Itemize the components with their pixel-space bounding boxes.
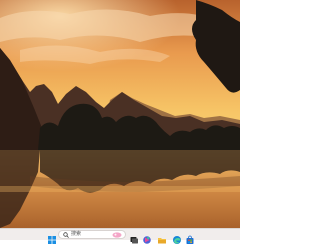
- search-highlight-icon: [112, 232, 122, 238]
- file-explorer-icon: [158, 238, 166, 244]
- chat-button[interactable]: [142, 230, 152, 244]
- search-label: 搜索: [71, 231, 82, 237]
- taskbar: 搜索: [0, 228, 240, 244]
- windows-start-icon: [48, 236, 56, 244]
- edge-button[interactable]: [172, 230, 182, 244]
- file-explorer-button[interactable]: [157, 230, 167, 244]
- task-view-icon: [130, 237, 138, 244]
- desktop-wallpaper: [0, 0, 240, 228]
- search-icon: [63, 232, 69, 238]
- microsoft-store-icon: [186, 235, 194, 244]
- task-view-button[interactable]: [129, 230, 139, 244]
- microsoft-store-button[interactable]: [185, 230, 195, 244]
- start-button[interactable]: [47, 230, 57, 244]
- edge-icon: [173, 236, 181, 244]
- search-box[interactable]: 搜索: [58, 230, 126, 239]
- chat-icon: [143, 236, 151, 244]
